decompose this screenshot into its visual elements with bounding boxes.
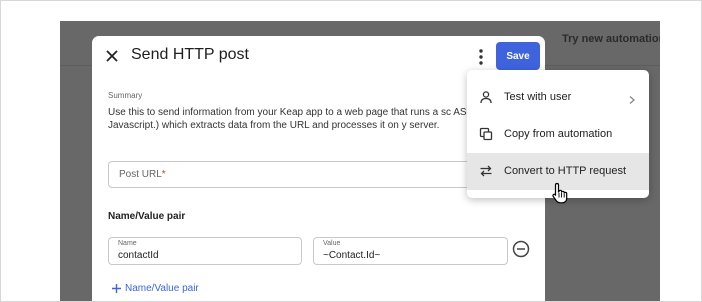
summary-label: Summary bbox=[108, 91, 143, 100]
person-icon bbox=[479, 90, 493, 104]
menu-item-label: Copy from automation bbox=[504, 128, 613, 140]
chevron-right-icon bbox=[627, 92, 637, 104]
required-indicator: * bbox=[161, 169, 166, 180]
close-icon[interactable] bbox=[104, 48, 120, 64]
name-field-value: contactId bbox=[118, 250, 159, 261]
add-pair-label: Name/Value pair bbox=[125, 283, 199, 294]
menu-item-test-with-user[interactable]: Test with user bbox=[467, 79, 649, 116]
add-name-value-pair-button[interactable]: Name/Value pair bbox=[111, 283, 199, 294]
copy-icon bbox=[479, 127, 493, 141]
value-field[interactable]: Value ~Contact.Id~ bbox=[313, 237, 508, 265]
name-field-label: Name bbox=[118, 240, 137, 247]
name-value-pair-heading: Name/Value pair bbox=[108, 211, 186, 222]
plus-icon bbox=[111, 283, 122, 294]
name-field[interactable]: Name contactId bbox=[108, 237, 302, 265]
panel-title: Send HTTP post bbox=[131, 46, 249, 63]
menu-item-label: Convert to HTTP request bbox=[504, 165, 627, 177]
menu-item-label: Test with user bbox=[504, 91, 572, 103]
more-options-icon[interactable] bbox=[473, 48, 489, 66]
post-url-placeholder: Post URL* bbox=[119, 169, 166, 180]
value-field-label: Value bbox=[323, 240, 341, 247]
screenshot-frame: Try new automation b Send HTTP post Save… bbox=[0, 0, 702, 302]
menu-item-copy-from-automation[interactable]: Copy from automation bbox=[467, 116, 649, 153]
hand-pointer-icon bbox=[551, 182, 569, 204]
swap-arrows-icon bbox=[479, 164, 493, 178]
remove-pair-icon[interactable] bbox=[512, 240, 530, 258]
more-options-menu: Test with user Copy from automation Conv… bbox=[467, 70, 649, 198]
value-field-value: ~Contact.Id~ bbox=[323, 250, 381, 261]
try-new-automation-link[interactable]: Try new automation b bbox=[562, 33, 660, 45]
save-button[interactable]: Save bbox=[496, 42, 540, 70]
